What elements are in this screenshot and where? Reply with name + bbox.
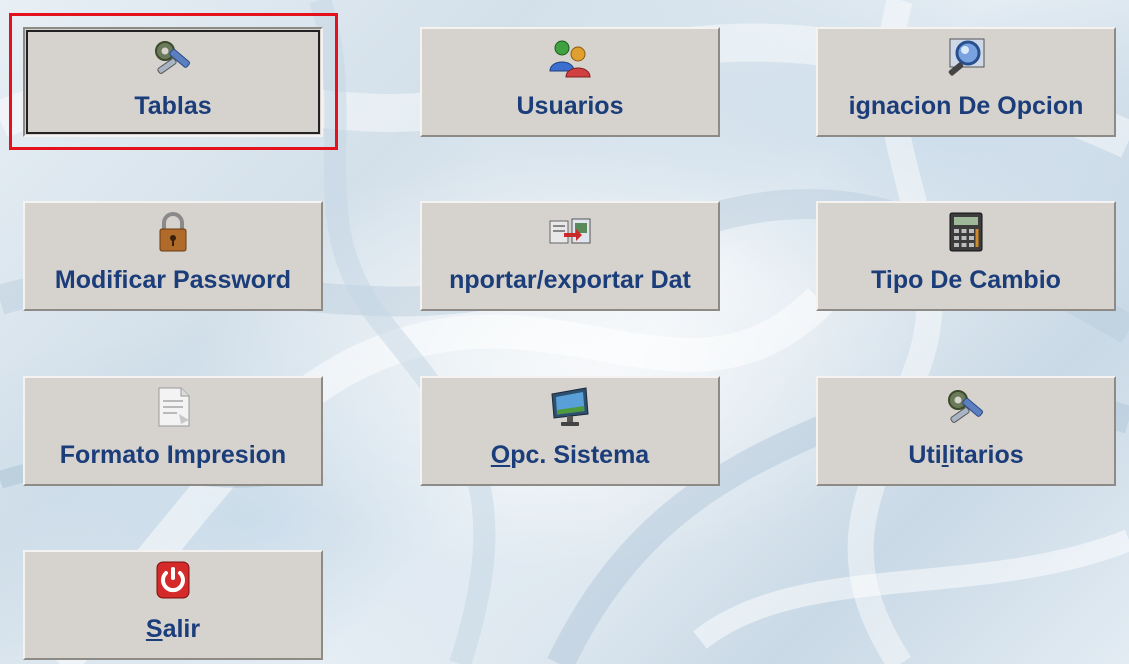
button-label: Tipo De Cambio <box>871 266 1061 294</box>
button-label: Salir <box>145 615 201 643</box>
button-label: Utilitarios <box>908 441 1024 469</box>
usuarios-button[interactable]: Usuarios <box>420 27 720 137</box>
formato-impresion-button[interactable]: Formato Impresion <box>23 376 323 486</box>
button-label: Tablas <box>134 92 212 120</box>
importar-exportar-button[interactable]: nportar/exportar Dat <box>420 201 720 311</box>
button-label: Usuarios <box>516 92 624 120</box>
magnifier-icon <box>948 38 985 76</box>
salir-button[interactable]: Salir <box>23 550 323 660</box>
import-export-icon <box>549 218 591 244</box>
tools-icon <box>948 390 984 423</box>
button-label: Formato Impresion <box>59 441 287 469</box>
power-icon <box>156 561 190 599</box>
tools-icon <box>155 41 191 74</box>
calculator-icon <box>949 212 983 252</box>
button-label: ignacion De Opcion <box>848 92 1084 120</box>
document-icon <box>158 387 190 427</box>
opc-sistema-button[interactable]: Opc. Sistema <box>420 376 720 486</box>
padlock-icon <box>159 212 187 252</box>
users-icon <box>549 40 591 78</box>
button-label: nportar/exportar Dat <box>449 266 691 294</box>
modificar-password-button[interactable]: Modificar Password <box>23 201 323 311</box>
button-label: Opc. Sistema <box>490 441 650 469</box>
utilitarios-button[interactable]: Utilitarios <box>816 376 1116 486</box>
monitor-icon <box>551 387 589 426</box>
tipo-de-cambio-button[interactable]: Tipo De Cambio <box>816 201 1116 311</box>
button-label: Modificar Password <box>54 266 292 294</box>
asignacion-button[interactable]: ignacion De Opcion <box>816 27 1116 137</box>
tablas-button[interactable]: Tablas <box>23 27 323 137</box>
